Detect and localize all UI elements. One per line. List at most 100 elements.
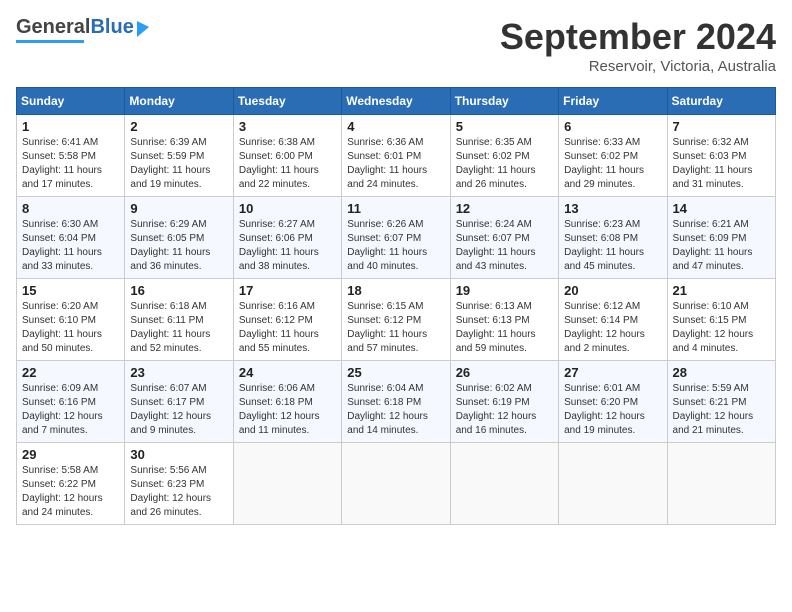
calendar-table: Sunday Monday Tuesday Wednesday Thursday… <box>16 87 776 525</box>
day-number: 21 <box>673 283 770 298</box>
logo-underline <box>16 40 84 43</box>
calendar-week-row: 29 Sunrise: 5:58 AM Sunset: 6:22 PM Dayli… <box>17 443 776 525</box>
day-info: Sunrise: 6:32 AM Sunset: 6:03 PM Dayligh… <box>673 136 770 192</box>
table-row: 6 Sunrise: 6:33 AM Sunset: 6:02 PM Daylig… <box>559 115 667 197</box>
day-info: Sunrise: 6:27 AM Sunset: 6:06 PM Dayligh… <box>239 218 336 274</box>
day-info: Sunrise: 6:33 AM Sunset: 6:02 PM Dayligh… <box>564 136 661 192</box>
location-subtitle: Reservoir, Victoria, Australia <box>500 58 776 75</box>
table-row: 4 Sunrise: 6:36 AM Sunset: 6:01 PM Daylig… <box>342 115 450 197</box>
table-row: 1 Sunrise: 6:41 AM Sunset: 5:58 PM Daylig… <box>17 115 125 197</box>
day-number: 1 <box>22 119 119 134</box>
table-row: 27 Sunrise: 6:01 AM Sunset: 6:20 PM Dayli… <box>559 361 667 443</box>
day-info: Sunrise: 6:09 AM Sunset: 6:16 PM Dayligh… <box>22 382 119 438</box>
col-sunday: Sunday <box>17 88 125 115</box>
day-info: Sunrise: 6:04 AM Sunset: 6:18 PM Dayligh… <box>347 382 444 438</box>
table-row: 12 Sunrise: 6:24 AM Sunset: 6:07 PM Dayli… <box>450 197 558 279</box>
day-number: 5 <box>456 119 553 134</box>
table-row: 19 Sunrise: 6:13 AM Sunset: 6:13 PM Dayli… <box>450 279 558 361</box>
day-info: Sunrise: 6:10 AM Sunset: 6:15 PM Dayligh… <box>673 300 770 356</box>
day-info: Sunrise: 6:23 AM Sunset: 6:08 PM Dayligh… <box>564 218 661 274</box>
table-row: 15 Sunrise: 6:20 AM Sunset: 6:10 PM Dayli… <box>17 279 125 361</box>
day-number: 20 <box>564 283 661 298</box>
day-number: 8 <box>22 201 119 216</box>
table-row: 14 Sunrise: 6:21 AM Sunset: 6:09 PM Dayli… <box>667 197 775 279</box>
table-row: 24 Sunrise: 6:06 AM Sunset: 6:18 PM Dayli… <box>233 361 341 443</box>
day-info: Sunrise: 5:58 AM Sunset: 6:22 PM Dayligh… <box>22 464 119 520</box>
col-saturday: Saturday <box>667 88 775 115</box>
logo-general-text: General <box>16 16 90 39</box>
calendar-header-row: Sunday Monday Tuesday Wednesday Thursday… <box>17 88 776 115</box>
day-number: 18 <box>347 283 444 298</box>
table-row <box>667 443 775 525</box>
logo-arrow-icon <box>137 18 149 36</box>
day-info: Sunrise: 6:15 AM Sunset: 6:12 PM Dayligh… <box>347 300 444 356</box>
day-info: Sunrise: 6:13 AM Sunset: 6:13 PM Dayligh… <box>456 300 553 356</box>
day-number: 12 <box>456 201 553 216</box>
col-wednesday: Wednesday <box>342 88 450 115</box>
table-row <box>233 443 341 525</box>
day-number: 7 <box>673 119 770 134</box>
logo-blue-text: Blue <box>90 16 133 39</box>
day-info: Sunrise: 6:20 AM Sunset: 6:10 PM Dayligh… <box>22 300 119 356</box>
calendar-week-row: 8 Sunrise: 6:30 AM Sunset: 6:04 PM Daylig… <box>17 197 776 279</box>
table-row: 28 Sunrise: 5:59 AM Sunset: 6:21 PM Dayli… <box>667 361 775 443</box>
day-number: 16 <box>130 283 227 298</box>
table-row: 2 Sunrise: 6:39 AM Sunset: 5:59 PM Daylig… <box>125 115 233 197</box>
table-row: 20 Sunrise: 6:12 AM Sunset: 6:14 PM Dayli… <box>559 279 667 361</box>
day-number: 4 <box>347 119 444 134</box>
day-info: Sunrise: 6:36 AM Sunset: 6:01 PM Dayligh… <box>347 136 444 192</box>
table-row: 30 Sunrise: 5:56 AM Sunset: 6:23 PM Dayli… <box>125 443 233 525</box>
day-info: Sunrise: 6:41 AM Sunset: 5:58 PM Dayligh… <box>22 136 119 192</box>
day-number: 3 <box>239 119 336 134</box>
day-info: Sunrise: 6:21 AM Sunset: 6:09 PM Dayligh… <box>673 218 770 274</box>
table-row: 13Sunrise: 6:23 AM Sunset: 6:08 PM Dayli… <box>559 197 667 279</box>
table-row: 11 Sunrise: 6:26 AM Sunset: 6:07 PM Dayli… <box>342 197 450 279</box>
table-row: 5Sunrise: 6:35 AM Sunset: 6:02 PM Daylig… <box>450 115 558 197</box>
day-number: 19 <box>456 283 553 298</box>
table-row: 23 Sunrise: 6:07 AM Sunset: 6:17 PM Dayli… <box>125 361 233 443</box>
logo: General Blue <box>16 16 149 43</box>
table-row: 18 Sunrise: 6:15 AM Sunset: 6:12 PM Dayli… <box>342 279 450 361</box>
col-tuesday: Tuesday <box>233 88 341 115</box>
day-number: 2 <box>130 119 227 134</box>
day-info: Sunrise: 5:56 AM Sunset: 6:23 PM Dayligh… <box>130 464 227 520</box>
day-info: Sunrise: 5:59 AM Sunset: 6:21 PM Dayligh… <box>673 382 770 438</box>
day-number: 28 <box>673 365 770 380</box>
table-row: 16Sunrise: 6:18 AM Sunset: 6:11 PM Dayli… <box>125 279 233 361</box>
table-row: 22 Sunrise: 6:09 AM Sunset: 6:16 PM Dayli… <box>17 361 125 443</box>
day-number: 11 <box>347 201 444 216</box>
day-number: 10 <box>239 201 336 216</box>
day-info: Sunrise: 6:26 AM Sunset: 6:07 PM Dayligh… <box>347 218 444 274</box>
table-row: 17Sunrise: 6:16 AM Sunset: 6:12 PM Dayli… <box>233 279 341 361</box>
table-row: 29 Sunrise: 5:58 AM Sunset: 6:22 PM Dayli… <box>17 443 125 525</box>
title-block: September 2024 Reservoir, Victoria, Aust… <box>500 16 776 75</box>
month-title: September 2024 <box>500 16 776 58</box>
day-number: 17 <box>239 283 336 298</box>
day-number: 9 <box>130 201 227 216</box>
day-info: Sunrise: 6:01 AM Sunset: 6:20 PM Dayligh… <box>564 382 661 438</box>
day-info: Sunrise: 6:30 AM Sunset: 6:04 PM Dayligh… <box>22 218 119 274</box>
day-number: 24 <box>239 365 336 380</box>
day-number: 22 <box>22 365 119 380</box>
day-info: Sunrise: 6:38 AM Sunset: 6:00 PM Dayligh… <box>239 136 336 192</box>
day-number: 30 <box>130 447 227 462</box>
table-row <box>450 443 558 525</box>
table-row: 8 Sunrise: 6:30 AM Sunset: 6:04 PM Daylig… <box>17 197 125 279</box>
table-row: 7 Sunrise: 6:32 AM Sunset: 6:03 PM Daylig… <box>667 115 775 197</box>
day-number: 27 <box>564 365 661 380</box>
day-info: Sunrise: 6:06 AM Sunset: 6:18 PM Dayligh… <box>239 382 336 438</box>
day-info: Sunrise: 6:39 AM Sunset: 5:59 PM Dayligh… <box>130 136 227 192</box>
day-number: 15 <box>22 283 119 298</box>
calendar-week-row: 15 Sunrise: 6:20 AM Sunset: 6:10 PM Dayli… <box>17 279 776 361</box>
day-number: 29 <box>22 447 119 462</box>
day-number: 6 <box>564 119 661 134</box>
calendar-week-row: 1 Sunrise: 6:41 AM Sunset: 5:58 PM Daylig… <box>17 115 776 197</box>
day-info: Sunrise: 6:24 AM Sunset: 6:07 PM Dayligh… <box>456 218 553 274</box>
day-number: 14 <box>673 201 770 216</box>
col-friday: Friday <box>559 88 667 115</box>
day-number: 25 <box>347 365 444 380</box>
day-info: Sunrise: 6:12 AM Sunset: 6:14 PM Dayligh… <box>564 300 661 356</box>
page-header: General Blue September 2024 Reservoir, V… <box>16 16 776 75</box>
day-number: 23 <box>130 365 227 380</box>
day-info: Sunrise: 6:07 AM Sunset: 6:17 PM Dayligh… <box>130 382 227 438</box>
